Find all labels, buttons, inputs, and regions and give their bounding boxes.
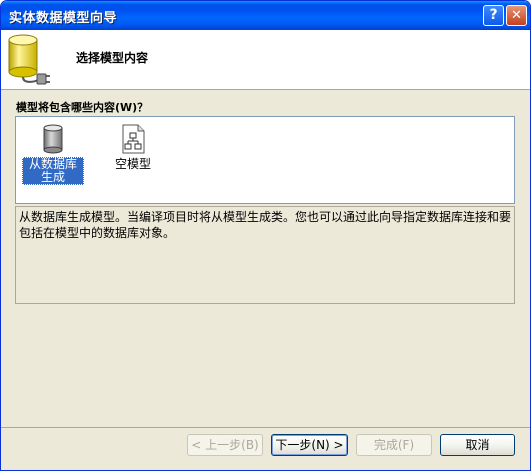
page-title: 选择模型内容 [76, 51, 149, 65]
wizard-window: 实体数据模型向导 ? ✕ 选择模型内容 模型将包含哪些内容(W)？ 从数据库生成… [0, 0, 531, 471]
cancel-button[interactable]: 取消 [440, 434, 515, 456]
database-icon [8, 34, 50, 85]
back-button[interactable]: < 上一步(B) [187, 434, 263, 456]
description-panel: 从数据库生成模型。当编译项目时将从模型生成类。您也可以通过此向导指定数据库连接和… [15, 206, 515, 304]
database-icon [43, 124, 63, 154]
footer-divider [1, 427, 530, 428]
help-button[interactable]: ? [483, 5, 504, 26]
window-title: 实体数据模型向导 [9, 11, 118, 26]
wizard-header: 选择模型内容 [1, 30, 530, 90]
empty-model-icon [122, 124, 145, 154]
model-contents-list[interactable]: 从数据库生成 空模型 [15, 116, 515, 204]
list-item-generate-from-database[interactable]: 从数据库生成 [20, 123, 86, 185]
title-bar[interactable]: 实体数据模型向导 ? ✕ [1, 1, 530, 30]
list-item-label: 从数据库生成 [22, 157, 84, 185]
close-button[interactable]: ✕ [506, 5, 527, 26]
model-contents-label: 模型将包含哪些内容(W)？ [16, 101, 149, 114]
list-item-label: 空模型 [114, 157, 151, 171]
next-button[interactable]: 下一步(N) > [271, 434, 348, 456]
finish-button[interactable]: 完成(F) [356, 434, 432, 456]
list-item-empty-model[interactable]: 空模型 [100, 123, 166, 172]
